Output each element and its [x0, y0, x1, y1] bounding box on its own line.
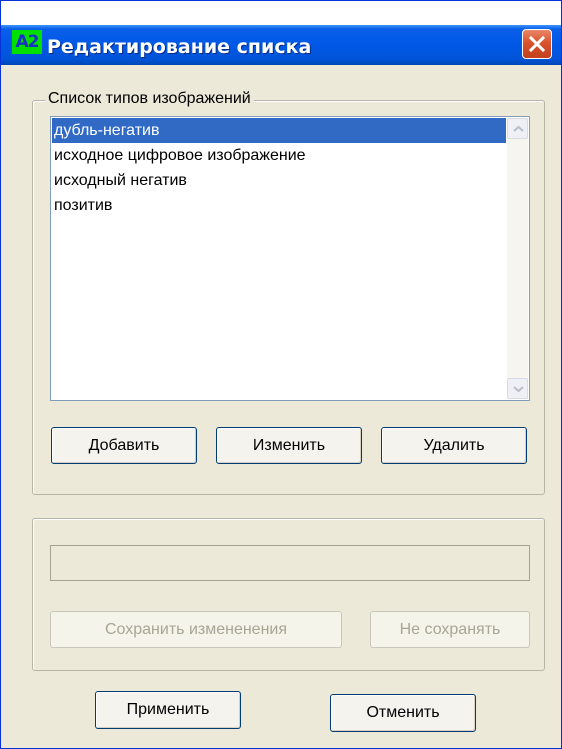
scroll-down-button[interactable]	[507, 378, 528, 399]
image-types-legend: Список типов изображений	[45, 90, 254, 108]
scroll-up-button[interactable]	[507, 118, 528, 139]
chevron-up-icon	[513, 125, 524, 132]
edit-button[interactable]: Изменить	[216, 427, 362, 464]
close-button[interactable]	[522, 29, 552, 59]
delete-button[interactable]: Удалить	[381, 427, 527, 464]
screen-top-strip	[1, 1, 561, 25]
list-item[interactable]: дубль-негатив	[52, 118, 506, 143]
save-changes-button[interactable]: Сохранить измененения	[50, 611, 342, 648]
close-icon	[529, 36, 545, 52]
dont-save-button[interactable]: Не сохранять	[370, 611, 530, 648]
list-item[interactable]: исходное цифровое изображение	[52, 143, 506, 168]
edit-text-input[interactable]	[50, 545, 530, 581]
chevron-down-icon	[513, 386, 524, 393]
dialog-window: A2 Редактирование списка Список типов из…	[0, 0, 562, 749]
list-items: дубль-негатив исходное цифровое изображен…	[52, 118, 506, 218]
apply-button[interactable]: Применить	[95, 691, 241, 729]
edit-group	[32, 518, 545, 671]
image-types-listbox[interactable]: дубль-негатив исходное цифровое изображен…	[50, 116, 530, 401]
app-icon: A2	[12, 30, 42, 54]
list-scrollbar[interactable]	[507, 118, 528, 399]
list-item[interactable]: исходный негатив	[52, 168, 506, 193]
cancel-button[interactable]: Отменить	[330, 694, 476, 732]
window-title: Редактирование списка	[47, 36, 312, 58]
add-button[interactable]: Добавить	[51, 427, 197, 464]
list-item[interactable]: позитив	[52, 193, 506, 218]
